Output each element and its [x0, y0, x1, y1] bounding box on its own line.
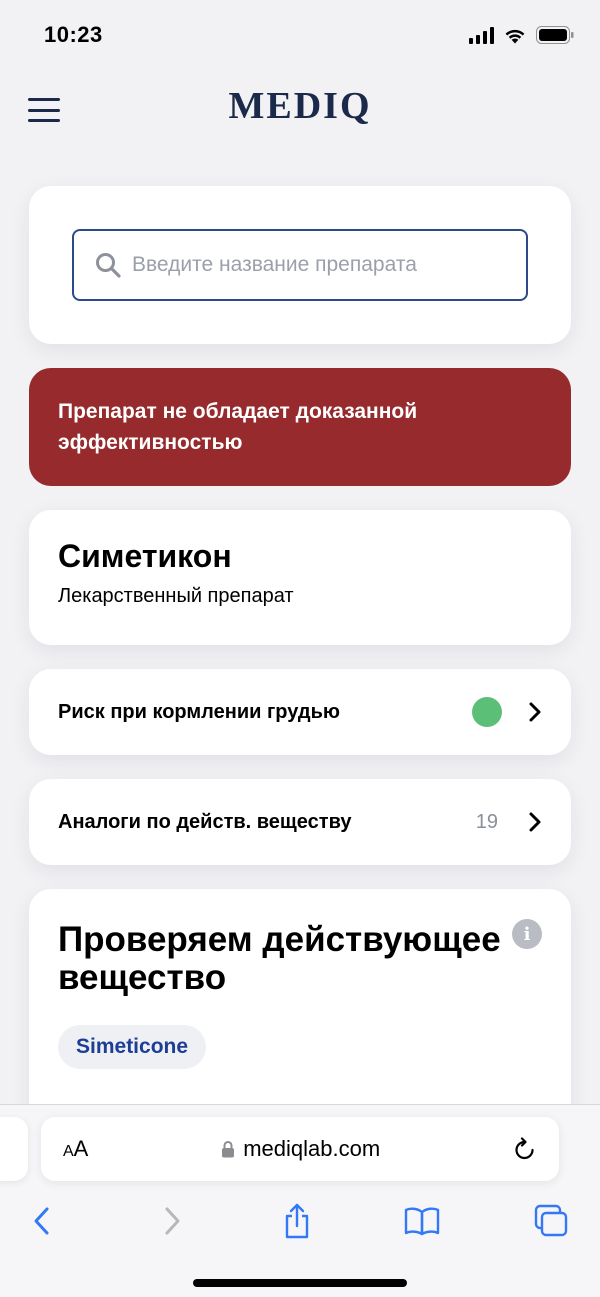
- share-icon: [285, 1203, 309, 1239]
- lock-icon: [222, 1141, 235, 1158]
- analogs-row[interactable]: Аналоги по действ. веществу 19: [29, 779, 571, 865]
- search-field[interactable]: [72, 229, 528, 301]
- url-display[interactable]: mediqlab.com: [88, 1136, 513, 1162]
- tabs-button[interactable]: [531, 1201, 571, 1241]
- share-button[interactable]: [277, 1201, 317, 1241]
- logo[interactable]: MEDIQ: [0, 84, 600, 128]
- wifi-icon: [505, 29, 525, 43]
- efficacy-warning-banner: Препарат не обладает доказанной эффектив…: [29, 368, 571, 486]
- info-icon[interactable]: i: [512, 919, 542, 949]
- home-indicator: [193, 1279, 407, 1287]
- chevron-right-icon: [529, 812, 541, 832]
- address-bar[interactable]: AA mediqlab.com: [41, 1117, 559, 1181]
- chevron-right-icon: [529, 702, 541, 722]
- search-input[interactable]: [132, 253, 492, 277]
- forward-button[interactable]: [152, 1201, 192, 1241]
- status-bar: 10:23: [0, 0, 600, 70]
- browser-bar: AA mediqlab.com: [0, 1104, 600, 1297]
- drug-name: Симетикон: [58, 538, 232, 574]
- drug-type: Лекарственный препарат: [58, 585, 294, 607]
- analogs-count: 19: [475, 810, 498, 833]
- cellular-signal-icon: [469, 26, 494, 44]
- search-icon: [96, 253, 121, 278]
- reader-settings-button[interactable]: AA: [63, 1136, 88, 1162]
- previous-tab-peek[interactable]: [0, 1117, 28, 1181]
- active-substance-title: Проверяем действующее вещество: [58, 920, 501, 997]
- status-time: 10:23: [44, 22, 103, 47]
- chevron-left-icon: [34, 1207, 49, 1235]
- warning-text: Препарат не обладает доказанной эффектив…: [58, 400, 418, 454]
- tabs-icon: [534, 1204, 568, 1237]
- browser-toolbar: [0, 1195, 600, 1255]
- aa-large: A: [73, 1136, 89, 1161]
- back-button[interactable]: [22, 1201, 62, 1241]
- chevron-right-icon: [165, 1207, 180, 1235]
- drug-card: Симетикон Лекарственный препарат: [29, 510, 571, 645]
- top-nav: MEDIQ: [0, 70, 600, 150]
- substance-chip[interactable]: Simeticone: [58, 1025, 207, 1069]
- breastfeeding-risk-row[interactable]: Риск при кормлении грудью: [29, 669, 571, 755]
- bookmarks-button[interactable]: [402, 1201, 442, 1241]
- reload-icon[interactable]: [513, 1136, 537, 1162]
- book-icon: [404, 1207, 440, 1236]
- analogs-label: Аналоги по действ. веществу: [58, 810, 352, 833]
- search-card: [29, 186, 571, 344]
- aa-small: A: [63, 1143, 74, 1160]
- url-text: mediqlab.com: [243, 1136, 381, 1161]
- risk-status-dot: [472, 697, 502, 727]
- battery-icon: [536, 26, 574, 44]
- status-icons: [469, 26, 574, 44]
- breastfeeding-risk-label: Риск при кормлении грудью: [58, 700, 340, 723]
